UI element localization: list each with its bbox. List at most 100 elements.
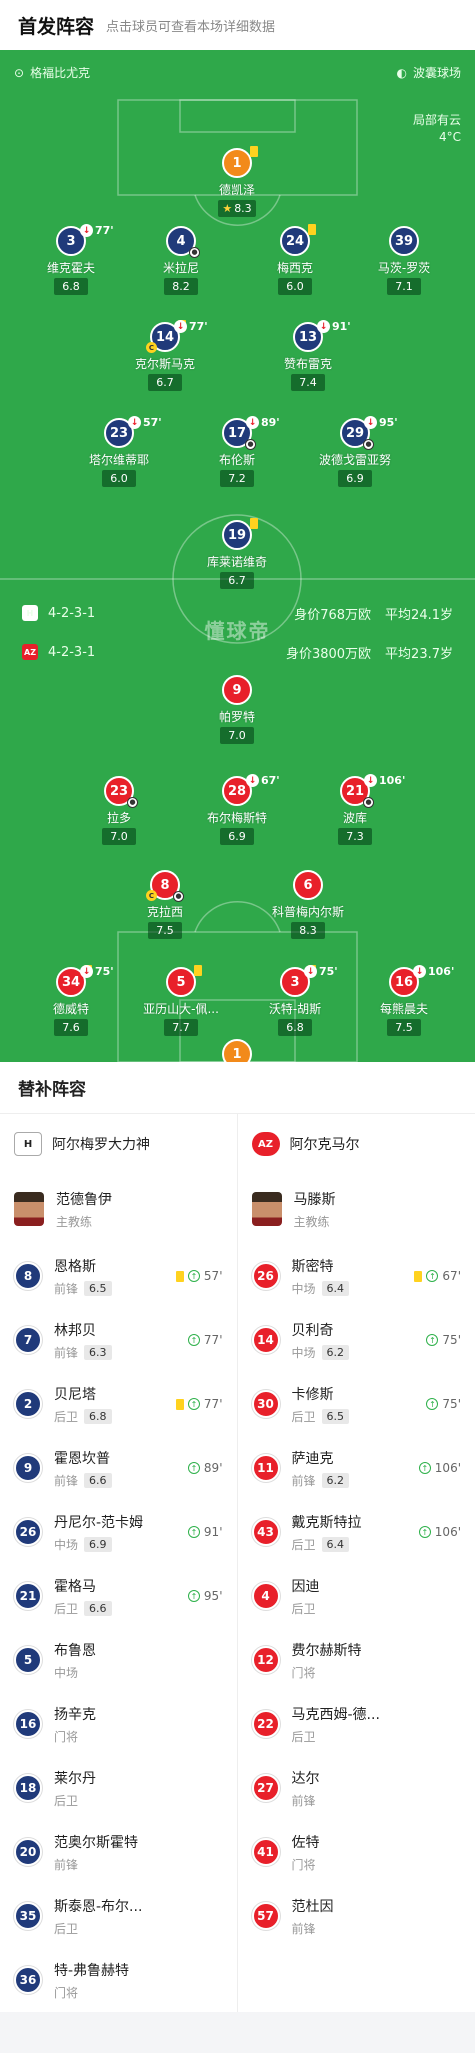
coach-left[interactable]: 范德鲁伊 主教练 [0,1174,237,1244]
player-name: 斯泰恩-布尔... [54,1898,143,1915]
player-starters_top-7[interactable]: 23 ↓ 57' 塔尔维蒂耶 6.0 [64,416,174,487]
subs-right: AZ 阿尔克马尔 马滕斯 主教练 26 斯密特 中场 6.4 ↑ 67' 14 贝利奇 中场 6.… [238,1114,475,2012]
weather: 局部有云 4°C [413,112,461,146]
team-a-summary: H 4-2-3-1 身价768万欧 平均24.1岁 [0,603,475,623]
player-rating: 6.0 [102,470,136,487]
player-position: 门将 [291,1857,316,1872]
sub-player-row[interactable]: 20 范奥尔斯霍特 前锋 [0,1820,237,1884]
sub-player-row[interactable]: 9 霍恩坎普 前锋 6.6 ↑ 89' [0,1436,237,1500]
player-starters_top-5[interactable]: 14 C ↓ 77' 克尔斯马克 6.7 [110,320,220,391]
sub-player-row[interactable]: 35 斯泰恩-布尔... 后卫 [0,1884,237,1948]
sub-player-row[interactable]: 4 因迪 后卫 [238,1564,475,1628]
player-rating: 6.7 [148,374,182,391]
player-meta: 前锋 [292,1920,462,1937]
player-starters_bottom-2[interactable]: 28 ↓ 67' 布尔梅斯特 6.9 [182,774,292,845]
coach-avatar [14,1192,44,1226]
sub-player-row[interactable]: 43 戴克斯特拉 后卫 6.4 ↑ 106' [238,1500,475,1564]
player-info: 费尔赫斯特 门将 [292,1640,462,1681]
player-name: 库莱诺维奇 [206,555,267,569]
sub-player-row[interactable]: 8 恩格斯 前锋 6.5 ↑ 57' [0,1244,237,1308]
player-info: 莱尔丹 后卫 [54,1768,223,1809]
sub-off-indicator: ↓ 75' [304,965,338,978]
sub-player-row[interactable]: 26 斯密特 中场 6.4 ↑ 67' [238,1244,475,1308]
sub-player-row[interactable]: 14 贝利奇 中场 6.2 ↑ 75' [238,1308,475,1372]
team-header-right[interactable]: AZ 阿尔克马尔 [238,1114,475,1174]
player-starters_bottom-3[interactable]: 21 ● ↓ 106' 波库 7.3 [300,774,410,845]
player-number: 17 [227,425,247,441]
sub-player-row[interactable]: 7 林邦贝 前锋 6.3 ↑ 77' [0,1308,237,1372]
player-meta: 后卫 6.4 [292,1536,407,1553]
sub-player-row[interactable]: 41 佐特 门将 [238,1820,475,1884]
sub-player-row[interactable]: 5 布鲁恩 中场 [0,1628,237,1692]
rating-value: 6.9 [228,830,246,843]
player-number: 13 [298,329,318,345]
player-name: 莱尔丹 [54,1770,96,1787]
sub-player-row[interactable]: 57 范杜因 前锋 [238,1884,475,1948]
player-starters_bottom-6[interactable]: 34 ↓ 75' 德威特 7.6 [16,965,126,1036]
player-number-badge: 20 [14,1838,42,1866]
sub-player-row[interactable]: 12 费尔赫斯特 门将 [238,1628,475,1692]
yellow-card-icon [250,146,258,157]
player-number: 21 [345,783,365,799]
player-name: 克拉西 [146,905,183,919]
sub-player-row[interactable]: 27 达尔 前锋 [238,1756,475,1820]
coach-right[interactable]: 马滕斯 主教练 [238,1174,475,1244]
player-name: 斯密特 [291,1258,334,1275]
sub-on-icon: ↑ [418,1526,431,1538]
player-info: 特-弗鲁赫特 门将 [54,1960,223,2001]
sub-player-row[interactable]: 26 丹尼尔-范卡姆 中场 6.9 ↑ 91' [0,1500,237,1564]
player-starters_top-2[interactable]: 4 ● 米拉尼 8.2 [126,226,236,295]
sub-on-icon: ↑ [187,1270,200,1282]
player-starters_bottom-0[interactable]: 9 帕罗特 7.0 [182,675,292,744]
player-meta: 前锋 [54,1856,223,1873]
sub-player-row[interactable]: 18 莱尔丹 后卫 [0,1756,237,1820]
team-header-left[interactable]: H 阿尔梅罗大力神 [0,1114,237,1174]
player-meta: 后卫 6.6 [54,1600,176,1617]
player-starters_top-3[interactable]: 24 梅西克 6.0 [240,224,350,295]
yellow-card-icon [194,965,202,976]
player-name: 赞布雷克 [283,357,332,371]
player-starters_bottom-8[interactable]: 3 ↓ 75' 沃特-胡斯 6.8 [240,965,350,1036]
sub-on-icon: ↑ [187,1334,200,1346]
captain-icon: C [146,890,157,901]
player-starters_top-4[interactable]: 39 马茨-罗茨 7.1 [349,226,459,295]
yellow-card-icon [250,518,258,529]
player-starters_bottom-9[interactable]: 16 ↓ 106' 每熊晨夫 7.5 [349,965,459,1036]
player-starters_bottom-4[interactable]: 8 ● C 克拉西 7.5 [110,870,220,939]
team-b-summary: AZ 4-2-3-1 身价3800万欧 平均23.7岁 [0,642,475,662]
player-starters_top-9[interactable]: 29 ● ↓ 95' 波德戈雷亚努 6.9 [300,416,410,487]
sub-player-row[interactable]: 30 卡修斯 后卫 6.5 ↑ 75' [238,1372,475,1436]
player-rating: 7.5 [387,1019,421,1036]
player-number-badge: 27 [251,1774,280,1802]
player-starters_top-10[interactable]: 19 库莱诺维奇 6.7 [182,518,292,589]
player-info: 林邦贝 前锋 6.3 [54,1320,176,1361]
team-name: 阿尔克马尔 [289,1137,360,1153]
sub-player-row[interactable]: 21 霍格马 后卫 6.6 ↑ 95' [0,1564,237,1628]
rating-value: 6.7 [156,376,174,389]
weather-text: 局部有云 [412,113,461,127]
sub-player-row[interactable]: 36 特-弗鲁赫特 门将 [0,1948,237,2012]
sub-player-row[interactable]: 16 扬辛克 门将 [0,1692,237,1756]
player-info: 斯泰恩-布尔... 后卫 [54,1896,223,1937]
player-starters_top-8[interactable]: 17 ● ↓ 89' 布伦斯 7.2 [182,416,292,487]
sub-player-row[interactable]: 11 萨迪克 前锋 6.2 ↑ 106' [238,1436,475,1500]
player-number-badge: 6 [293,870,323,900]
player-starters_top-1[interactable]: 3 ↓ 77' 维克霍夫 6.8 [16,224,126,295]
rating-value: 7.2 [228,472,246,485]
player-meta: 中场 6.4 [292,1280,403,1297]
player-position: 后卫 [54,1921,79,1936]
player-starters_top-6[interactable]: 13 ↓ 91' 赞布雷克 7.4 [253,320,363,391]
team-a-age: 平均24.1岁 [385,607,453,623]
player-starters_bottom-1[interactable]: 23 ● 拉多 7.0 [64,776,174,845]
sub-player-row[interactable]: 22 马克西姆-德... 后卫 [238,1692,475,1756]
sub-player-row[interactable]: 2 贝尼塔 后卫 6.8 ↑ 77' [0,1372,237,1436]
player-starters_bottom-10[interactable]: 1奥马苏-奥杜罗7.6 [182,1039,292,1062]
player-starters_bottom-7[interactable]: 5 亚历山大-佩... 7.7 [126,965,236,1036]
player-name: 波库 [342,811,367,825]
player-starters_bottom-5[interactable]: 6 科普梅内尔斯 8.3 [253,870,363,939]
player-position: 门将 [291,1665,316,1680]
player-position: 前锋 [291,1793,316,1808]
player-name: 丹尼尔-范卡姆 [54,1514,144,1531]
player-starters_top-0[interactable]: 1 德凯泽 ★ 8.3 [182,146,292,217]
player-number-badge: 29 ● ↓ 95' [340,416,398,450]
